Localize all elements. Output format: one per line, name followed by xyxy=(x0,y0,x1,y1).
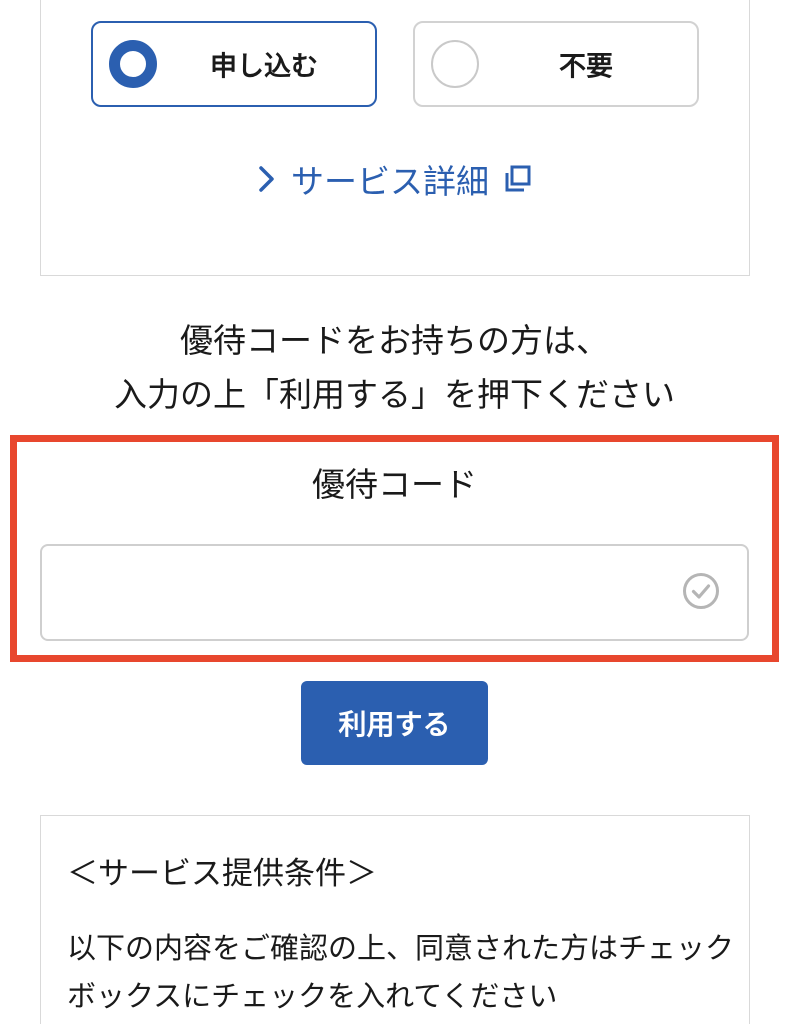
coupon-code-section: 優待コード xyxy=(10,435,779,662)
apply-radio-option[interactable]: 申し込む xyxy=(91,21,377,107)
service-option-card: 申し込む 不要 サービス詳細 xyxy=(40,0,750,276)
page: 申し込む 不要 サービス詳細 優待コードをお持ちの方は、 入力の上「利用する」を… xyxy=(0,0,789,1024)
service-detail-link[interactable]: サービス詳細 xyxy=(41,155,749,203)
check-circle-icon xyxy=(681,571,721,615)
coupon-instruction-line2: 入力の上「利用する」を押下ください xyxy=(114,375,675,414)
apply-radio-label: 申し込む xyxy=(210,51,318,83)
radio-unselected-icon xyxy=(431,40,479,88)
chevron-right-icon xyxy=(257,164,277,194)
none-radio-option[interactable]: 不要 xyxy=(413,21,699,107)
service-detail-label: サービス詳細 xyxy=(291,162,489,201)
external-window-icon xyxy=(503,164,533,194)
radio-selected-icon xyxy=(109,40,157,88)
coupon-code-input[interactable] xyxy=(42,546,747,639)
service-conditions-card: ＜サービス提供条件＞ 以下の内容をご確認の上、同意された方はチェックボックスにチ… xyxy=(40,815,750,1024)
use-coupon-button[interactable]: 利用する xyxy=(301,681,488,765)
coupon-code-title: 優待コード xyxy=(312,465,477,504)
service-conditions-title: ＜サービス提供条件＞ xyxy=(67,856,377,892)
coupon-instruction-line1: 優待コードをお持ちの方は、 xyxy=(180,321,609,360)
coupon-code-field[interactable] xyxy=(40,544,749,641)
none-radio-label: 不要 xyxy=(559,51,613,83)
service-conditions-text: 以下の内容をご確認の上、同意された方はチェックボックスにチェックを入れてください xyxy=(67,931,735,1013)
